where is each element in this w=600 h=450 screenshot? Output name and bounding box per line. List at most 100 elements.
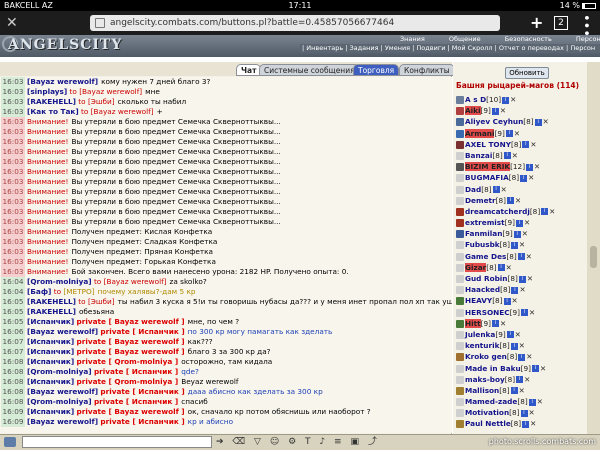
user-name[interactable]: Dad [465,185,481,194]
sender-name[interactable]: [Как то Так] [27,107,79,116]
info-icon[interactable]: i [503,152,511,160]
info-icon[interactable]: i [518,353,526,361]
warning-label[interactable]: Внимание! [27,167,68,176]
sender-name[interactable]: [Испанчик] [27,317,74,326]
info-icon[interactable]: i [502,96,510,104]
user-name[interactable]: Julenka [465,330,495,339]
user-item[interactable]: Demetr[8] i ✕ [456,195,586,206]
info-icon[interactable]: i [516,376,524,384]
refresh-button[interactable]: Обновить [505,67,549,79]
recipient-name[interactable]: [Эшби] [88,97,115,106]
warning-label[interactable]: Внимание! [27,227,68,236]
user-item[interactable]: kenturik[8] i ✕ [456,340,586,351]
sender-name[interactable]: [Баф] [27,287,51,296]
user-name[interactable]: Game Des [465,252,506,261]
info-icon[interactable]: i [511,286,519,294]
warning-label[interactable]: Внимание! [27,217,68,226]
user-item[interactable]: maks-boy[8] i ✕ [456,374,586,385]
info-icon[interactable]: i [505,130,513,138]
user-item[interactable]: BIZIM ERIK[12] i ✕ [456,161,586,172]
user-item[interactable]: Made in Baku[9] i ✕ [456,363,586,374]
user-item[interactable]: Fanmilan[9] i ✕ [456,228,586,239]
menu-item-security[interactable]: Безопасность [505,35,552,43]
recipient-name[interactable]: [Bayaz werewolf] [79,87,142,96]
info-icon[interactable]: i [506,331,514,339]
user-item[interactable]: Haacked[8] i ✕ [456,284,586,295]
user-name[interactable]: HEAVY [465,296,492,305]
recipient-name[interactable]: private [ Испанчик ] [100,387,184,396]
more-menu-icon[interactable]: ••• [578,14,593,37]
tab-chat[interactable]: Чат [236,64,262,76]
recipient-name[interactable]: private [ Испанчик ] [100,327,184,336]
user-name[interactable]: kenturik [465,341,499,350]
user-item[interactable]: Hitt[9] i ✕ [456,318,586,329]
info-icon[interactable]: i [534,118,542,126]
info-icon[interactable]: i [518,275,526,283]
info-icon[interactable]: i [522,141,530,149]
warning-label[interactable]: Внимание! [27,197,68,206]
scrollbar-thumb[interactable] [590,246,597,268]
info-icon[interactable]: i [528,398,536,406]
send-icon[interactable]: ➔ [216,437,224,447]
user-item[interactable]: Banzai[8] i ✕ [456,150,586,161]
user-name[interactable]: Haacked [465,285,500,294]
translit-icon[interactable]: Т [305,437,311,447]
info-icon[interactable]: i [513,230,521,238]
user-name[interactable]: Made in Baku [465,364,521,373]
warning-label[interactable]: Внимание! [27,117,68,126]
user-name[interactable]: Mallison [465,386,499,395]
settings-icon[interactable]: ⚙ [288,437,296,447]
tab-trade[interactable]: Торговля [353,64,400,76]
sender-name[interactable]: [sinplays] [27,87,67,96]
chat-log[interactable]: 16:03 [Bayaz werewolf] кому нужен 7 дней б… [0,77,452,433]
info-icon[interactable]: i [532,365,540,372]
user-name[interactable]: Mamed-zade [465,397,517,406]
user-item[interactable]: Motivation[8] i ✕ [456,407,586,418]
user-item[interactable]: Fubusbk[8] i ✕ [456,239,586,250]
user-name[interactable]: A s D [465,95,486,104]
recipient-name[interactable]: private [ Bayaz werewolf ] [77,347,185,356]
user-item[interactable]: Gizar[8] i ✕ [456,262,586,273]
tabs-button[interactable]: 2 [554,16,568,30]
user-item[interactable]: Armani[9] i ✕ [456,128,586,139]
info-icon[interactable]: i [497,264,505,272]
user-item[interactable]: extremist[9] i ✕ [456,217,586,228]
info-icon[interactable]: i [491,320,499,328]
info-icon[interactable]: i [510,342,518,350]
warning-label[interactable]: Внимание! [27,137,68,146]
warning-label[interactable]: Внимание! [27,247,68,256]
info-icon[interactable]: i [507,197,514,205]
recipient-name[interactable]: [METPO] [63,287,94,296]
user-name[interactable]: HERSONEC [465,308,510,317]
user-item[interactable]: Julenka[9] i ✕ [456,329,586,340]
address-bar[interactable]: angelscity.combats.com/buttons.pl?battle… [90,15,500,31]
sender-name[interactable]: [Qrom-molniya] [27,367,92,376]
sender-name[interactable]: [Bayaz werewolf] [27,327,98,336]
recipient-name[interactable]: private [ Qrom-molniya ] [77,377,179,386]
sender-name[interactable]: [Испанчик] [27,357,74,366]
sub-menu-links[interactable]: | Инвентарь | Задания | Умения | Подвиги… [302,44,595,52]
recipient-name[interactable]: private [ Испанчик ] [94,397,178,406]
user-name[interactable]: BUGMAFIA [465,173,509,182]
user-name[interactable]: extremist [465,218,505,227]
user-name[interactable]: Hitt [465,318,481,328]
bag-icon[interactable]: ▣ [350,437,359,447]
info-icon[interactable]: i [526,163,534,171]
exit-icon[interactable]: ⤴ [368,437,377,447]
user-item[interactable]: AXEL TONY[8] i ✕ [456,139,586,150]
sub-menu[interactable]: | Инвентарь | Задания | Умения | Подвиги… [300,44,600,53]
info-icon[interactable]: i [520,409,528,417]
recipient-name[interactable]: private [ Испанчик ] [94,367,178,376]
info-icon[interactable]: i [503,297,511,305]
user-item[interactable]: dreamcatcherdj[8] i ✕ [456,206,586,217]
clear-icon[interactable]: ⌫ [232,437,245,447]
user-name[interactable]: Fubusbk [465,240,500,249]
user-item[interactable]: BUGMAFIA[8] i ✕ [456,172,586,183]
user-name[interactable]: Fanmilan [465,229,502,238]
info-icon[interactable]: i [510,387,518,395]
warning-label[interactable]: Внимание! [27,127,68,136]
tab-conflicts[interactable]: Конфликты [399,64,455,76]
menu-item-communication[interactable]: Общение [449,35,481,43]
info-icon[interactable]: i [491,107,499,115]
user-name[interactable]: AXEL TONY [465,140,511,149]
